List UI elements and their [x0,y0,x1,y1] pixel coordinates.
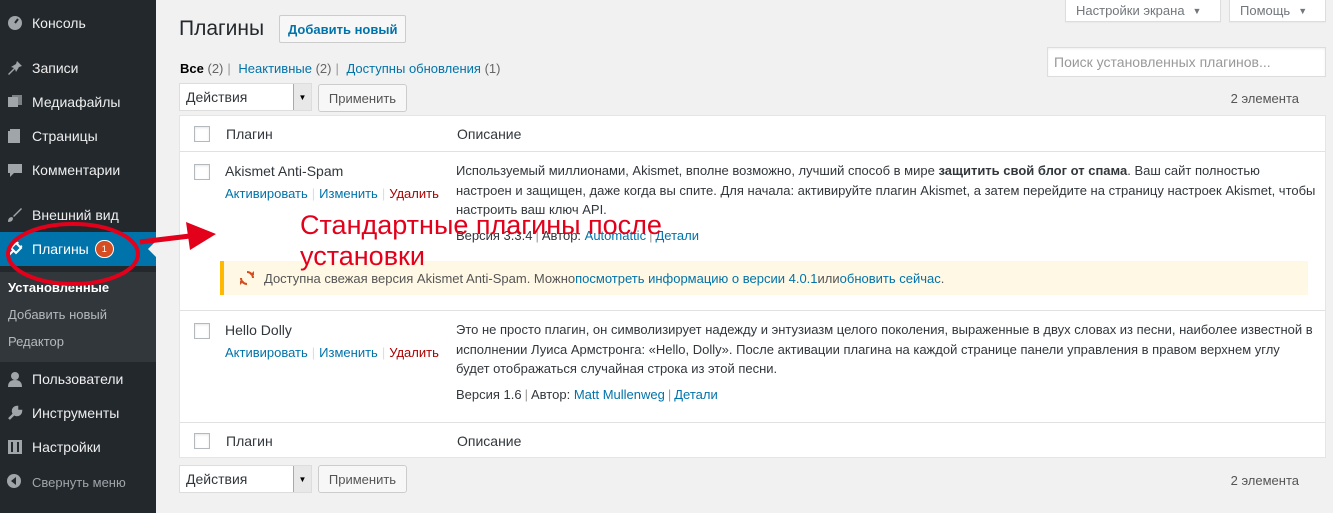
row-checkbox[interactable] [194,164,210,180]
collapse-label: Свернуть меню [32,474,126,490]
items-count-bottom: 2 элемента [1230,473,1299,488]
row-checkbox[interactable] [194,323,210,339]
annotation-line-2: установки [300,241,425,271]
wrench-icon [6,404,24,422]
sidebar-item-users[interactable]: Пользователи [0,362,156,396]
media-icon [6,93,24,111]
column-header-description: Описание [457,125,522,142]
sidebar-item-appearance[interactable]: Внешний вид [0,198,156,232]
sidebar-item-label: Комментарии [32,162,121,178]
column-header-plugin[interactable]: Плагин [226,126,273,142]
author-link[interactable]: Matt Mullenweg [574,387,665,402]
sidebar-item-comments[interactable]: Комментарии [0,153,156,187]
annotation-text: Стандартные плагины после установки [300,210,662,272]
plugin-name: Akismet Anti-Spam [225,163,344,179]
table-footer: Плагин Описание [180,422,1325,458]
sidebar-item-label: Инструменты [32,405,120,421]
select-all-checkbox[interactable] [194,125,210,142]
plugins-table: Плагин Описание Akismet Anti-Spam Активи… [179,115,1326,458]
chevron-down-icon: ▼ [293,84,311,110]
sidebar-item-label: Медиафайлы [32,94,121,110]
plugins-submenu: Установленные Добавить новый Редактор [0,272,156,362]
add-new-button[interactable]: Добавить новый [279,15,407,43]
chevron-down-icon: ▼ [1192,5,1202,16]
status-filters: Все (2) | Неактивные (2) | Доступны обновл… [180,61,501,76]
submenu-item-installed[interactable]: Установленные [8,280,109,295]
chevron-down-icon: ▼ [1298,5,1308,16]
apply-button[interactable]: Применить [318,84,407,112]
sidebar-item-label: Настройки [32,439,101,455]
submenu-item-add-new[interactable]: Добавить новый [8,307,107,322]
plugin-description: Это не просто плагин, он символизирует н… [456,322,1313,376]
pin-icon [6,59,24,77]
plugin-name: Hello Dolly [225,322,292,338]
sidebar-item-dashboard[interactable]: Консоль [0,6,156,40]
sidebar-item-plugins[interactable]: Плагины 1 [0,232,156,266]
page-title: Плагины [179,17,265,40]
sidebar-item-label: Внешний вид [32,207,119,223]
edit-link[interactable]: Изменить [319,186,378,201]
row-actions: Активировать | Изменить | Удалить [225,345,439,360]
collapse-icon [6,473,24,491]
users-icon [6,370,24,388]
help-button[interactable]: Помощь ▼ [1229,0,1326,22]
table-row: Hello Dolly Активировать | Изменить | Удалит… [180,311,1325,421]
sidebar-item-label: Страницы [32,128,98,144]
delete-link[interactable]: Удалить [389,186,439,201]
items-count: 2 элемента [1230,91,1299,106]
plugin-search-input[interactable]: Поиск установленных плагинов... [1047,47,1326,77]
filter-updates[interactable]: Доступны обновления (1) [346,61,500,76]
brush-icon [6,206,24,224]
plugin-icon [6,240,24,258]
bulk-action-select-bottom[interactable]: Действия ▼ [179,465,312,493]
plugin-meta: Версия 1.6 | Автор: Matt Mullenweg | Детали [456,387,718,402]
update-icon [238,269,256,287]
sidebar-item-label: Пользователи [32,371,124,387]
column-header-plugin[interactable]: Плагин [226,433,273,449]
apply-button-bottom[interactable]: Применить [318,465,407,493]
details-link[interactable]: Детали [674,387,718,402]
sidebar-item-settings[interactable]: Настройки [0,430,156,464]
submenu-item-editor[interactable]: Редактор [8,334,64,349]
sidebar-item-pages[interactable]: Страницы [0,119,156,153]
filter-all[interactable]: Все (2) [180,61,223,76]
help-label: Помощь [1240,3,1291,18]
screen-options-label: Настройки экрана [1076,3,1185,18]
row-actions: Активировать | Изменить | Удалить [225,186,439,201]
table-header: Плагин Описание [180,116,1325,152]
update-count-badge: 1 [94,240,114,258]
filter-inactive[interactable]: Неактивные (2) [238,61,331,76]
sidebar-item-media[interactable]: Медиафайлы [0,85,156,119]
bulk-action-value: Действия [186,89,248,105]
sidebar-item-label: Плагины [32,241,89,257]
comment-icon [6,161,24,179]
bulk-action-select[interactable]: Действия ▼ [179,83,312,111]
chevron-down-icon: ▼ [293,466,311,492]
sidebar-item-label: Записи [32,60,79,76]
annotation-line-1: Стандартные плагины после [300,210,662,240]
sidebar-item-label: Консоль [32,15,86,31]
pages-icon [6,127,24,145]
admin-sidebar: Консоль Записи Медиафайлы Страницы Комме… [0,0,156,513]
collapse-menu-button[interactable]: Свернуть меню [0,470,156,494]
activate-link[interactable]: Активировать [225,345,308,360]
update-now-link[interactable]: обновить сейчас [840,271,941,286]
edit-link[interactable]: Изменить [319,345,378,360]
sidebar-item-tools[interactable]: Инструменты [0,396,156,430]
column-header-description: Описание [457,432,522,449]
select-all-checkbox[interactable] [194,432,210,449]
sidebar-item-posts[interactable]: Записи [0,51,156,85]
bulk-action-value: Действия [186,471,248,487]
dashboard-icon [6,14,24,32]
activate-link[interactable]: Активировать [225,186,308,201]
delete-link[interactable]: Удалить [389,345,439,360]
settings-icon [6,438,24,456]
screen-options-button[interactable]: Настройки экрана ▼ [1065,0,1221,22]
version-info-link[interactable]: посмотреть информацию о версии 4.0.1 [575,271,817,286]
details-link[interactable]: Детали [655,228,699,243]
